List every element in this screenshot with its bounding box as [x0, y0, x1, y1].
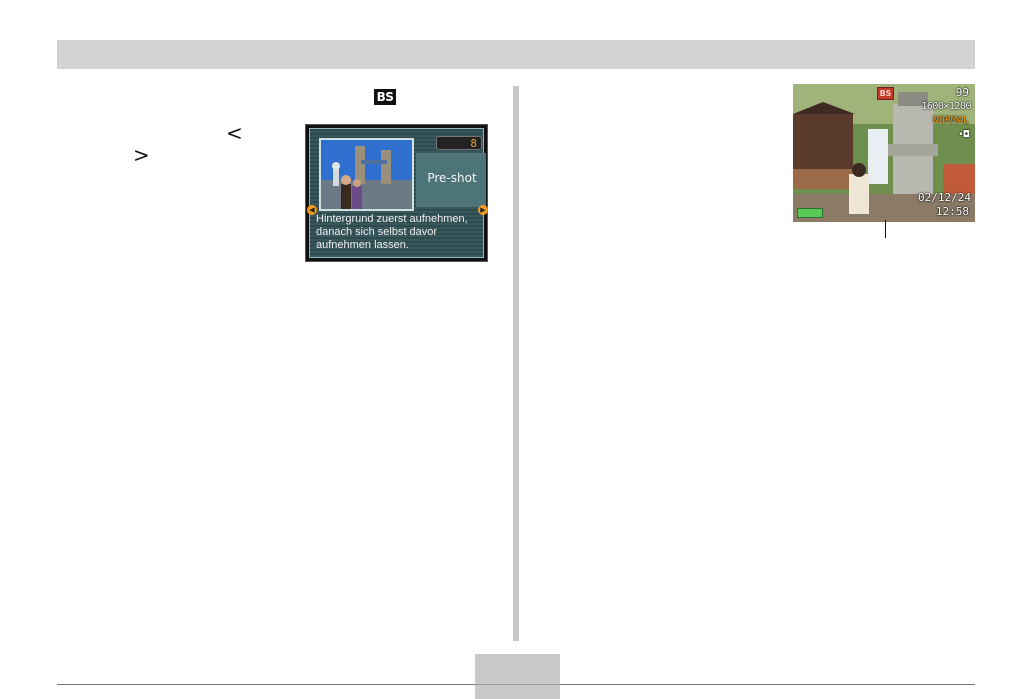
scene-selection-screen: 8 Pre-shot ◀ ▶ Hintergrund zuerst aufneh…: [305, 124, 488, 262]
footer-rule-right: [560, 684, 975, 685]
scene-description: Hintergrund zuerst aufnehmen, danach sic…: [316, 213, 486, 252]
scene-description-line: aufnehmen lassen.: [316, 239, 409, 251]
bs-mode-icon: BS: [374, 89, 396, 105]
image-size: 1600×1200: [921, 101, 971, 112]
footer-rule-left: [57, 684, 475, 685]
callout-line: [885, 220, 886, 238]
column-divider: [513, 86, 519, 641]
battery-icon: [797, 208, 823, 218]
scene-panel: 8 Pre-shot ◀ ▶ Hintergrund zuerst aufneh…: [307, 128, 488, 258]
remaining-shots: 99: [955, 86, 969, 99]
time-display: 12:58: [935, 205, 969, 218]
scene-description-line: Hintergrund zuerst aufnehmen,: [316, 213, 468, 225]
scene-description-line: danach sich selbst davor: [316, 226, 438, 238]
camera-icon: •◘: [958, 130, 969, 140]
header-bar: [57, 40, 975, 69]
angle-right-symbol: >: [133, 143, 150, 167]
page-tab-rule: [475, 684, 560, 685]
live-view-screen: BS 99 1600×1200 NORMAL •◘ 02/12/24 12:58: [793, 84, 975, 222]
date-display: 02/12/24: [918, 191, 971, 204]
page-number-tab: [475, 654, 560, 699]
scene-number-badge: 8: [436, 136, 482, 150]
image-quality: NORMAL: [932, 115, 969, 126]
scene-sample-photo: [319, 138, 414, 211]
angle-left-symbol: <: [226, 121, 243, 145]
scene-name: Pre-shot: [427, 171, 477, 185]
bs-mode-indicator: BS: [877, 87, 894, 100]
